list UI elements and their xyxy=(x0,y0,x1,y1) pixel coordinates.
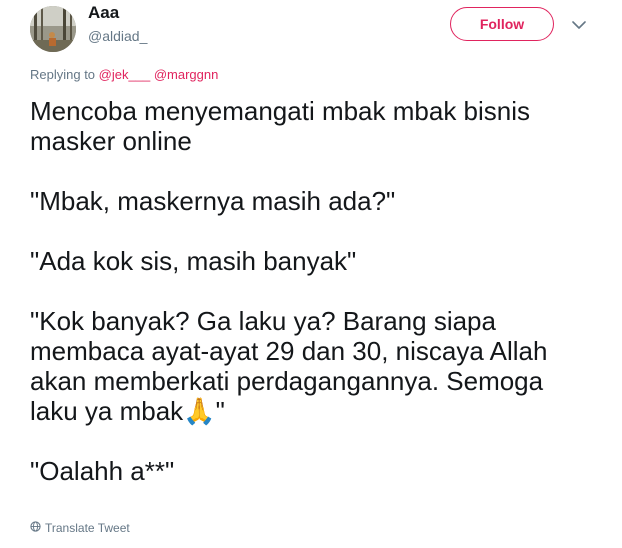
tweet-line: laku ya mbak🙏" xyxy=(30,396,610,426)
tweet-line: masker online xyxy=(30,126,192,156)
tweet-line: "Mbak, maskernya masih ada?" xyxy=(30,186,396,216)
tweet-line: "Ada kok sis, masih banyak" xyxy=(30,246,357,276)
tweet-line: "Oalahh a**" xyxy=(30,456,175,486)
tweet-line: Mencoba menyemangati mbak mbak bisnis xyxy=(30,96,531,126)
tweet-line: membaca ayat-ayat 29 dan 30, niscaya All… xyxy=(30,336,548,366)
replying-to: Replying to @jek___ @marggnn xyxy=(30,67,218,82)
translate-tweet-link[interactable]: Translate Tweet xyxy=(30,521,130,535)
mention-link[interactable]: @jek___ xyxy=(99,67,151,82)
translate-label: Translate Tweet xyxy=(45,521,130,535)
tweet-line-text: laku ya mbak xyxy=(30,396,184,426)
tweet-line: akan memberkati perdagangannya. Semoga xyxy=(30,366,544,396)
username[interactable]: @aldiad_ xyxy=(88,28,147,44)
tweet-line-quote: " xyxy=(215,396,225,426)
avatar[interactable] xyxy=(30,6,76,52)
follow-button[interactable]: Follow xyxy=(450,7,554,41)
folded-hands-emoji: 🙏 xyxy=(183,396,216,426)
replying-to-label: Replying to xyxy=(30,67,96,82)
display-name[interactable]: Aaa xyxy=(88,3,119,23)
tweet-header: Aaa @aldiad_ Follow xyxy=(0,0,622,60)
chevron-down-icon[interactable] xyxy=(568,14,590,36)
tweet-line: "Kok banyak? Ga laku ya? Barang siapa xyxy=(30,306,496,336)
globe-icon xyxy=(30,521,41,535)
mention-link[interactable]: @marggnn xyxy=(154,67,219,82)
tweet-text: Mencoba menyemangati mbak mbak bisnis ma… xyxy=(30,96,610,486)
